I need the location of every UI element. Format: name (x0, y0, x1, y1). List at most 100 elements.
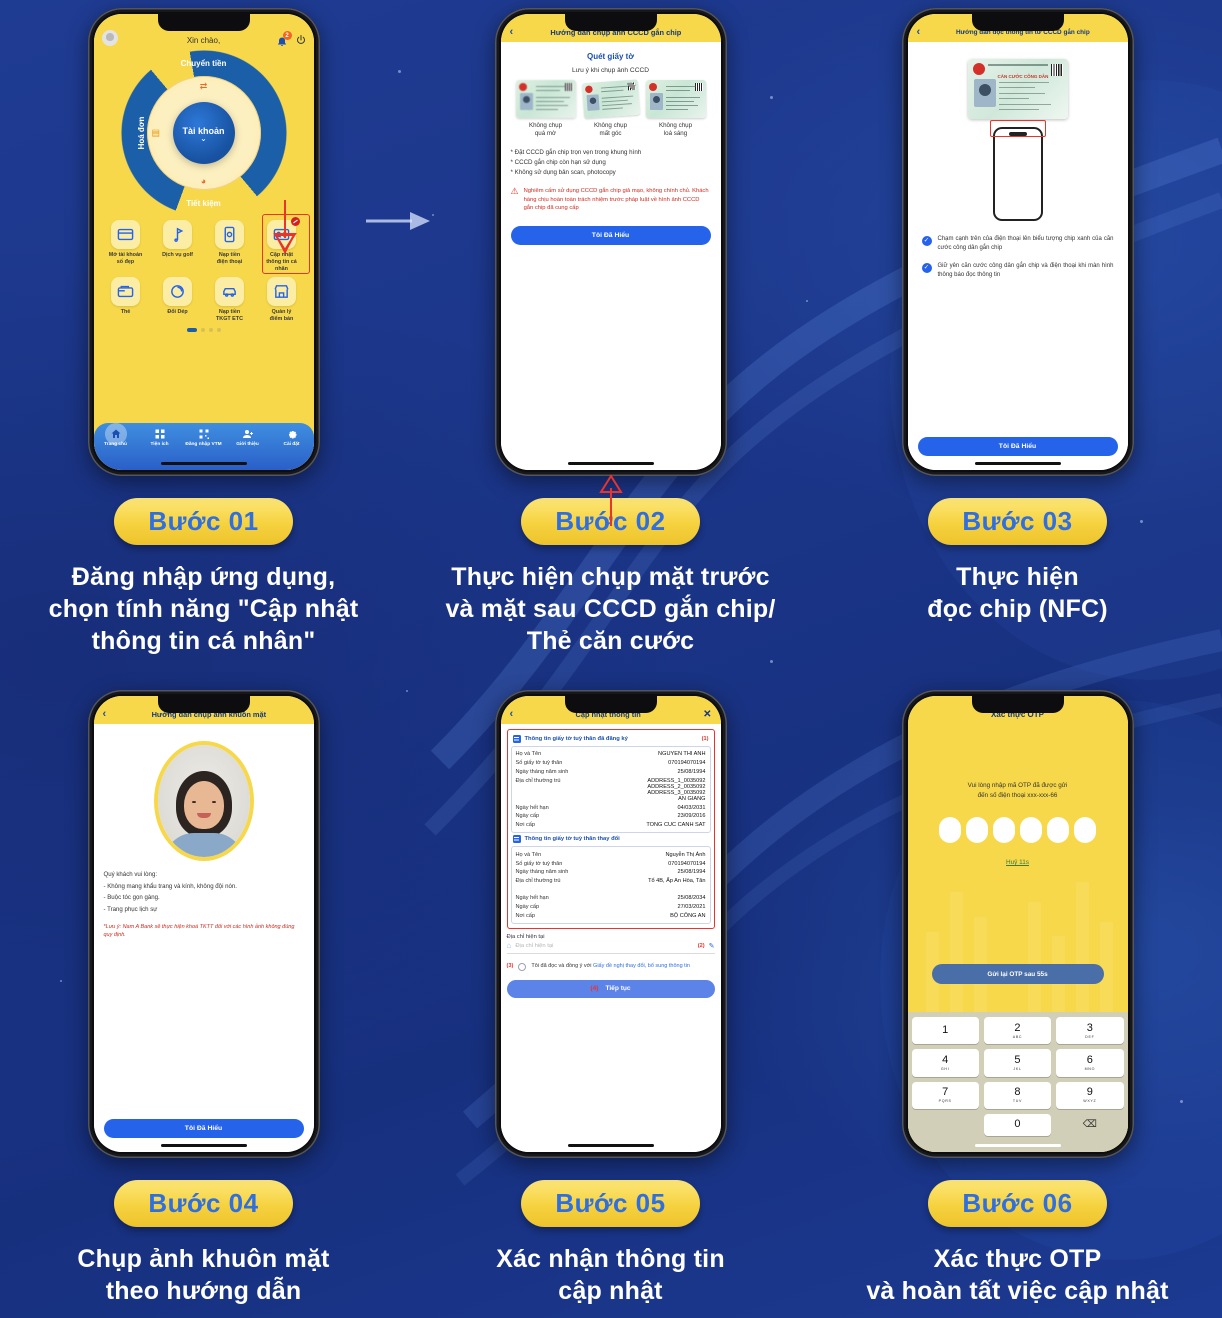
app-tile-etc-topup[interactable]: Nạp tiền TKGT ETC (205, 277, 255, 323)
back-icon[interactable]: ‹ (103, 708, 107, 720)
info-row: Địa chỉ thường trú Tổ 4B, Ấp An Hòa, Tân (516, 877, 706, 886)
key-9[interactable]: 9 WXYZ (1056, 1081, 1124, 1109)
agreement-link[interactable]: Giấy đề nghị thay đổi, bổ sung thông tin (593, 963, 690, 969)
understood-button[interactable]: Tôi Đã Hiểu (510, 225, 711, 245)
page-indicator[interactable] (94, 328, 314, 333)
app-label: Quản lý điểm bán (269, 308, 294, 323)
info-row: Ngày cấp 27/03/2021 (516, 902, 706, 911)
bell-icon[interactable]: 2 (276, 31, 292, 46)
step-card-6: Xác thực OTP Vui lòng nhập mã OTP đã đượ… (814, 690, 1221, 1307)
understood-button[interactable]: Tôi Đã Hiểu (103, 1119, 304, 1138)
face-photo-sample (157, 745, 250, 857)
row-key: Ngày hết hạn (515, 804, 549, 811)
phone-notch (564, 696, 657, 713)
wheel-label-transfer[interactable]: Chuyển tiền (121, 59, 287, 68)
wheel-label-savings[interactable]: Tiết kiệm (121, 199, 287, 208)
guideline-item: - Không mang khẩu trang và kính, không đ… (103, 882, 237, 890)
key-letters: TUV (1012, 1099, 1023, 1104)
app-label: Mở tài khoản số đẹp (108, 251, 143, 265)
otp-input-boxes[interactable] (908, 817, 1128, 844)
key-3[interactable]: 3 DEF (1056, 1017, 1124, 1045)
app-label: Thẻ (120, 308, 131, 315)
check-icon (921, 236, 932, 246)
key-1[interactable]: 1 (911, 1017, 979, 1045)
info-row: Địa chỉ thường trú ADDRESS_1_0035092 ADDR… (516, 776, 706, 803)
key-4[interactable]: 4 GHI (911, 1049, 979, 1077)
step-card-3: ‹ Hướng dẫn đọc thông tin từ CCCD gắn ch… (814, 8, 1221, 657)
checklist-item: Giữ yên căn cước công dân gắn chip và đi… (921, 262, 1114, 280)
app-tile-golf[interactable]: Dịch vụ golf (153, 220, 203, 273)
phone-mockup-3: ‹ Hướng dẫn đọc thông tin từ CCCD gắn ch… (901, 8, 1134, 476)
back-icon[interactable]: ‹ (510, 708, 514, 720)
id-card-sample-image (515, 80, 576, 118)
tab-home[interactable]: Trang chủ (94, 423, 138, 447)
agreement-checkbox[interactable] (518, 962, 527, 971)
account-button[interactable]: Tài khoản ⌄ (172, 102, 235, 164)
pencil-icon[interactable]: ✎ (709, 942, 715, 950)
numeric-keypad: 1 2 ABC 3 DEF 4 GHI 5 JKL 6 MNO 7 PQRS 8 TUV 9W… (907, 1012, 1128, 1152)
key-number: 2 (1014, 1021, 1021, 1034)
row-value: 25/08/2034 (677, 894, 706, 901)
back-icon[interactable]: ‹ (917, 26, 921, 38)
form-icon (512, 735, 521, 743)
tab-label: Đăng nhập VTM (185, 442, 222, 447)
resend-otp-button[interactable]: Gửi lại OTP sau 55s (931, 964, 1104, 984)
row-key: Số giấy tờ tuỳ thân (515, 860, 563, 867)
phone-mockup-4: ‹ Hướng dẫn chụp ảnh khuôn mặt Quý khách… (87, 690, 320, 1158)
row-value: 25/08/1994 (677, 768, 706, 775)
backspace-icon[interactable]: ⌫ (1056, 1114, 1123, 1136)
step-badge: Bước 01 (114, 498, 293, 545)
power-icon[interactable] (295, 34, 307, 46)
avatar[interactable] (101, 30, 118, 46)
key-5[interactable]: 5 JKL (983, 1049, 1052, 1077)
user-plus-icon (242, 430, 253, 438)
app-tile-swap[interactable]: Đổi Dép (153, 277, 203, 323)
id-card-sample-image (581, 79, 640, 119)
id-card-illustration: CĂN CƯỚC CÔNG DÂN (967, 59, 1068, 119)
step-badge: Bước 05 (521, 1180, 700, 1227)
sample-card-caption: Không chụp loá sáng (658, 122, 693, 138)
app-tile-store-management[interactable]: Quản lý điểm bán (257, 277, 307, 323)
key-number: 1 (942, 1023, 949, 1036)
agreement-text: Tôi đã đọc và đồng ý với Giấy đề nghị th… (531, 962, 690, 970)
tab-utilities[interactable]: Tiện ích (138, 428, 182, 447)
app-label: Đổi Dép (167, 308, 188, 315)
wheel-label-bills[interactable]: Hoá đơn (136, 117, 145, 150)
key-6[interactable]: 6 MNO (1056, 1049, 1124, 1077)
phone-notch (157, 14, 250, 31)
cancel-link[interactable]: Huỷ 11s (1006, 859, 1029, 866)
info-row: Số giấy tờ tuỳ thân 070194070194 (516, 859, 706, 868)
understood-button[interactable]: Tôi Đã Hiểu (917, 437, 1118, 456)
tab-settings[interactable]: Cài đặt (270, 428, 314, 447)
key-letters: GHI (940, 1066, 950, 1071)
tab-vtm-login[interactable]: Đăng nhập VTM (182, 428, 226, 447)
row-key: Nơi cấp (515, 912, 536, 919)
card-icon (117, 228, 134, 241)
step-caption: Thực hiện đọc chip (NFC) (927, 563, 1108, 623)
current-address-field[interactable]: ⌂ Địa chỉ hiện tại (2) ✎ (506, 941, 715, 954)
key-0[interactable]: 0 (983, 1113, 1052, 1136)
guideline-list: * Đặt CCCD gắn chip trọn vẹn trong khung… (511, 148, 711, 179)
key-2[interactable]: 2 ABC (983, 1017, 1052, 1045)
continue-button[interactable]: (4) Tiếp tục (506, 979, 715, 998)
phone-mockup-1: Xin chào, 2 Chuyển tiền Tiết kiệm Hoá đơ… (87, 8, 320, 476)
step-card-2: ‹ Hướng dẫn chụp ảnh CCCD gắn chip Quét … (407, 8, 814, 657)
warning-triangle-icon: ⚠ (510, 186, 519, 197)
key-8[interactable]: 8 TUV (983, 1081, 1052, 1109)
face-warning-note: *Lưu ý: Nam A Bank sẽ thực hiện khoá TKT… (103, 924, 295, 939)
back-icon[interactable]: ‹ (510, 26, 514, 38)
close-icon[interactable]: ✕ (703, 709, 711, 720)
step-marker: (3) (506, 962, 514, 969)
app-tile-mobile-topup[interactable]: Nạp tiền điện thoại (205, 220, 255, 273)
tab-referral[interactable]: Giới thiệu (226, 428, 270, 447)
app-tile-card[interactable]: Thẻ (101, 277, 151, 323)
key-number: 9 (1086, 1086, 1093, 1099)
face-guideline-list: Quý khách vui lòng: - Không mang khẩu tr… (104, 869, 304, 915)
info-row: Ngày hết hạn 25/08/2034 (516, 894, 706, 903)
otp-cancel-row: Huỷ 11s (908, 851, 1128, 869)
app-tile-open-account[interactable]: Mở tài khoản số đẹp (101, 220, 151, 273)
sample-card-blurry: Không chụp quá mờ (515, 80, 576, 139)
key-7[interactable]: 7 PQRS (911, 1081, 979, 1109)
tab-label: Tiện ích (150, 442, 169, 447)
home-indicator (567, 462, 654, 465)
